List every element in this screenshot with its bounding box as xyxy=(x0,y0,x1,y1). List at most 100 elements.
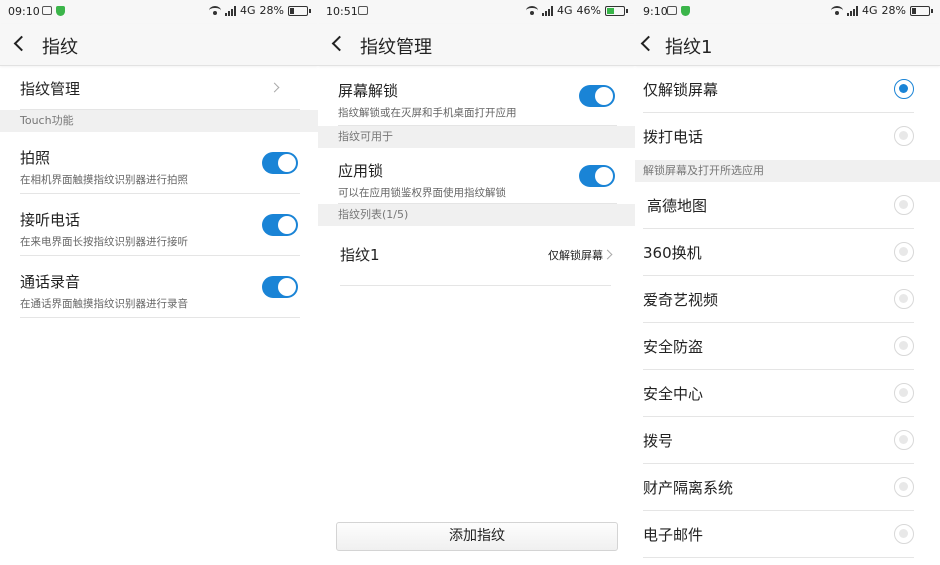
app-label: 安全防盗 xyxy=(643,338,704,356)
status-bar: 9:10 4G 28% xyxy=(635,0,940,24)
chevron-right-icon xyxy=(269,82,280,93)
page-title: 指纹管理 xyxy=(360,37,432,58)
status-bar: 10:51 4G 46% xyxy=(318,0,635,24)
signal-icon xyxy=(225,5,237,16)
fingerprint-manage-screen: 10:51 4G 46% 指纹管理 屏幕解锁 指纹解锁或在灭屏和手机桌面打开应用… xyxy=(318,0,635,565)
signal-icon xyxy=(542,5,554,16)
battery-percent: 28% xyxy=(259,4,284,17)
item-title: 屏幕解锁 xyxy=(338,82,399,100)
item-desc: 在通话界面触摸指纹识别器进行录音 xyxy=(20,298,188,310)
list-item[interactable]: 360换机 xyxy=(643,229,914,276)
app-label: 360换机 xyxy=(643,244,702,262)
fingerprint-manage-item[interactable]: 指纹管理 xyxy=(20,66,300,110)
fingerprint-value: 仅解锁屏幕 xyxy=(548,249,603,262)
chevron-right-icon xyxy=(602,249,613,260)
option-make-call[interactable]: 拨打电话 xyxy=(643,113,914,160)
battery-icon xyxy=(910,5,933,16)
back-icon[interactable] xyxy=(13,35,30,52)
fingerprint-settings-screen: 09:10 4G 28% 指纹 指纹管理 Touch功能 拍照 在相机界面触摸指… xyxy=(0,0,318,565)
list-item[interactable]: 高德地图 xyxy=(643,182,914,229)
answer-call-toggle[interactable] xyxy=(262,214,298,236)
radio-icon[interactable] xyxy=(894,336,914,356)
radio-icon[interactable] xyxy=(894,383,914,403)
list-item-photo[interactable]: 拍照 在相机界面触摸指纹识别器进行拍照 xyxy=(20,132,300,194)
app-label: 安全中心 xyxy=(643,385,704,403)
item-title: 通话录音 xyxy=(20,273,81,291)
wifi-icon xyxy=(209,6,222,15)
back-icon[interactable] xyxy=(331,35,348,52)
list-item[interactable]: 拨号 xyxy=(643,417,914,464)
signal-icon xyxy=(847,5,859,16)
fingerprint-item[interactable]: 指纹1 仅解锁屏幕 xyxy=(340,226,613,286)
radio-icon[interactable] xyxy=(894,242,914,262)
section-header-usable: 指纹可用于 xyxy=(318,126,635,148)
wifi-icon xyxy=(526,6,539,15)
page-title: 指纹 xyxy=(42,37,78,58)
app-label: 高德地图 xyxy=(647,197,708,215)
screenshot-icon xyxy=(667,6,677,15)
nav-bar: 指纹 xyxy=(0,24,318,66)
item-title: 接听电话 xyxy=(20,211,81,229)
photo-toggle[interactable] xyxy=(262,152,298,174)
list-item[interactable]: 爱奇艺视频 xyxy=(643,276,914,323)
status-time: 10:51 xyxy=(326,5,358,18)
radio-selected-icon[interactable] xyxy=(894,79,914,99)
app-list: 高德地图 360换机 爱奇艺视频 安全防盗 安全中心 拨号 财产隔离系统 电子邮… xyxy=(635,182,940,558)
screenshot-icon xyxy=(358,6,368,15)
battery-percent: 28% xyxy=(881,4,906,17)
call-record-toggle[interactable] xyxy=(262,276,298,298)
app-label: 电子邮件 xyxy=(643,526,704,544)
radio-icon[interactable] xyxy=(894,126,914,146)
item-desc: 指纹解锁或在灭屏和手机桌面打开应用 xyxy=(338,107,517,119)
wifi-icon xyxy=(831,6,844,15)
app-label: 拨号 xyxy=(643,432,674,450)
section-header-list: 指纹列表(1/5) xyxy=(318,204,635,226)
back-icon[interactable] xyxy=(640,35,657,52)
screen-unlock-item[interactable]: 屏幕解锁 指纹解锁或在灭屏和手机桌面打开应用 xyxy=(338,66,617,126)
nav-bar: 指纹1 xyxy=(635,24,940,66)
page-title: 指纹1 xyxy=(665,37,713,58)
network-type: 4G xyxy=(557,4,573,17)
list-item-call-record[interactable]: 通话录音 在通话界面触摸指纹识别器进行录音 xyxy=(20,256,300,318)
nav-bar: 指纹管理 xyxy=(318,24,635,66)
list-item[interactable]: 电子邮件 xyxy=(643,511,914,558)
network-type: 4G xyxy=(862,4,878,17)
option-unlock-only[interactable]: 仅解锁屏幕 xyxy=(643,66,914,113)
app-label: 财产隔离系统 xyxy=(643,479,734,497)
radio-icon[interactable] xyxy=(894,477,914,497)
app-label: 爱奇艺视频 xyxy=(643,291,719,309)
fingerprint-manage-label: 指纹管理 xyxy=(20,80,81,98)
battery-icon xyxy=(605,5,628,16)
radio-icon[interactable] xyxy=(894,430,914,450)
section-header-touch: Touch功能 xyxy=(0,110,318,132)
fingerprint-detail-screen: 9:10 4G 28% 指纹1 仅解锁屏幕 拨打电话 解锁屏幕及打开所选应用 高… xyxy=(635,0,940,565)
option-label: 仅解锁屏幕 xyxy=(643,81,719,99)
item-desc: 在来电界面长按指纹识别器进行接听 xyxy=(20,236,188,248)
item-title: 应用锁 xyxy=(338,162,384,180)
option-label: 拨打电话 xyxy=(643,128,704,146)
radio-icon[interactable] xyxy=(894,524,914,544)
list-item-answer-call[interactable]: 接听电话 在来电界面长按指纹识别器进行接听 xyxy=(20,194,300,256)
battery-percent: 46% xyxy=(576,4,601,17)
shield-icon xyxy=(681,6,690,16)
radio-icon[interactable] xyxy=(894,289,914,309)
status-time: 09:10 xyxy=(8,5,40,18)
app-lock-item[interactable]: 应用锁 可以在应用锁鉴权界面使用指纹解锁 xyxy=(338,148,617,204)
list-item[interactable]: 安全中心 xyxy=(643,370,914,417)
item-desc: 在相机界面触摸指纹识别器进行拍照 xyxy=(20,174,188,186)
status-time: 9:10 xyxy=(643,5,668,18)
app-lock-toggle[interactable] xyxy=(579,165,615,187)
item-title: 拍照 xyxy=(20,149,51,167)
battery-icon xyxy=(288,5,311,16)
add-fingerprint-button[interactable]: 添加指纹 xyxy=(336,522,618,551)
fingerprint-name: 指纹1 xyxy=(340,246,380,264)
shield-icon xyxy=(56,6,65,16)
item-desc: 可以在应用锁鉴权界面使用指纹解锁 xyxy=(338,187,506,199)
screen-unlock-toggle[interactable] xyxy=(579,85,615,107)
radio-icon[interactable] xyxy=(894,195,914,215)
status-bar: 09:10 4G 28% xyxy=(0,0,318,24)
list-item[interactable]: 安全防盗 xyxy=(643,323,914,370)
network-type: 4G xyxy=(240,4,256,17)
list-item[interactable]: 财产隔离系统 xyxy=(643,464,914,511)
section-header-apps: 解锁屏幕及打开所选应用 xyxy=(635,160,940,182)
